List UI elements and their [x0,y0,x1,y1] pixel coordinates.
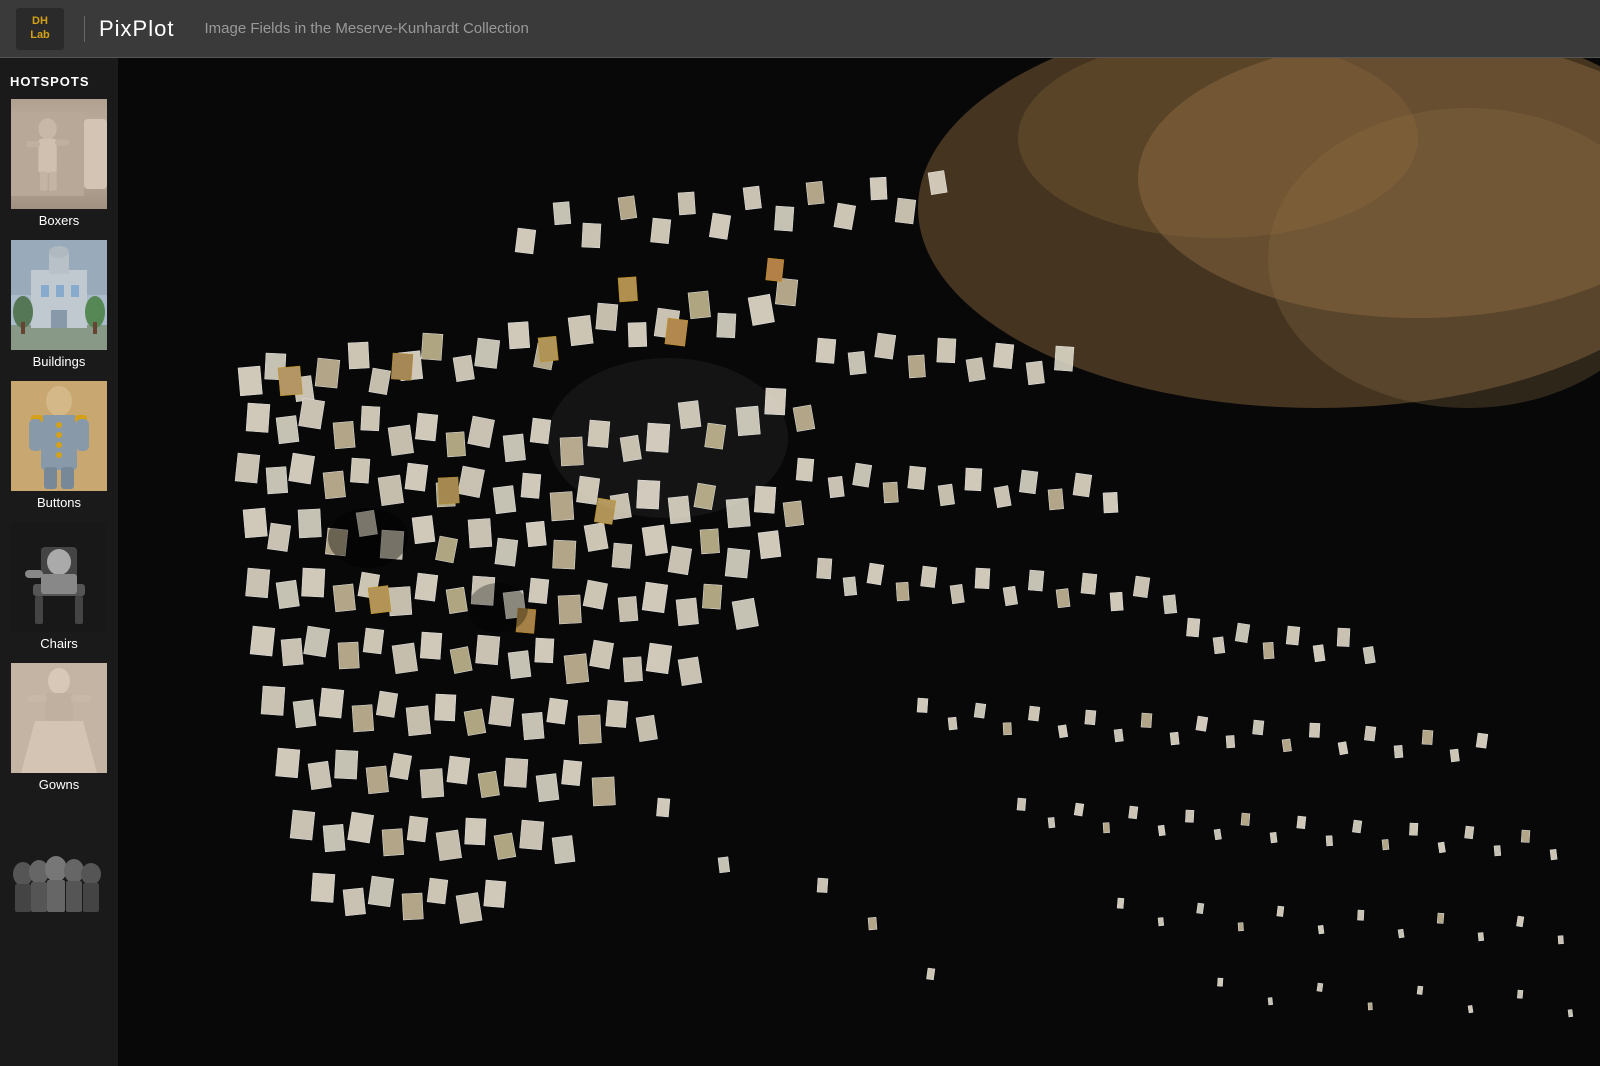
hotspot-item-buttons[interactable]: Buttons [0,381,118,518]
hotspot-item-chairs[interactable]: Chairs [0,522,118,659]
hotspot-label-boxers: Boxers [0,209,118,236]
sidebar: HOTSPOTS Boxers [0,58,118,1066]
main-visualization [118,58,1600,1066]
hotspot-label-buildings: Buildings [0,350,118,377]
hotspot-item-boxers[interactable]: Boxers [0,99,118,236]
hotspot-thumb-buttons [11,381,107,491]
hotspot-item-gowns[interactable]: Gowns [0,663,118,800]
hotspot-label-gowns: Gowns [0,773,118,800]
hotspots-section-label: HOTSPOTS [0,68,118,99]
hotspot-thumb-group [11,804,107,914]
boxers-icon [11,99,84,209]
logo-text: DHLab [30,15,50,41]
app-title: PixPlot [84,16,174,42]
group-icon [11,804,107,914]
main-layout: HOTSPOTS Boxers [0,58,1600,1066]
hotspot-label-group [0,914,118,926]
buttons-icon [11,381,107,491]
gowns-icon [11,663,107,773]
header: DHLab PixPlot Image Fields in the Meserv… [0,0,1600,58]
hotspot-thumb-buildings [11,240,107,350]
visualization-canvas[interactable] [118,58,1600,1066]
hotspot-thumb-boxers [11,99,107,209]
buildings-icon [11,240,107,350]
hotspot-item-group[interactable] [0,804,118,926]
hotspot-label-buttons: Buttons [0,491,118,518]
header-subtitle: Image Fields in the Meserve-Kunhardt Col… [204,20,528,37]
hotspot-thumb-gowns [11,663,107,773]
logo[interactable]: DHLab [16,8,64,50]
hotspot-item-buildings[interactable]: Buildings [0,240,118,377]
hotspot-thumb-chairs [11,522,107,632]
hotspot-label-chairs: Chairs [0,632,118,659]
chairs-icon [11,522,107,632]
